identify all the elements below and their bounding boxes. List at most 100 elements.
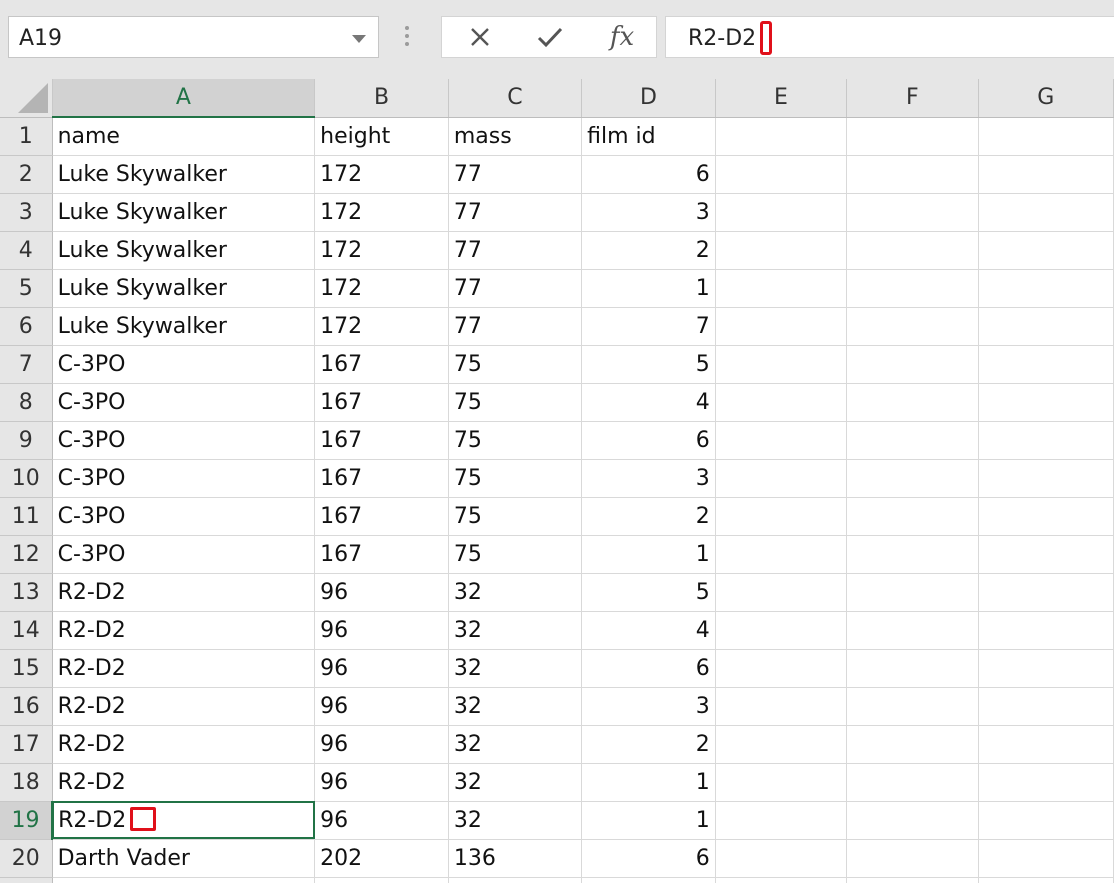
row-header[interactable]: 9 [0, 421, 53, 460]
cell-c19[interactable]: 32 [448, 801, 583, 840]
cell-a13[interactable]: R2-D2 [52, 573, 316, 612]
chevron-down-icon[interactable] [352, 35, 366, 43]
cell-g8[interactable] [978, 383, 1114, 422]
cell-a16[interactable]: R2-D2 [52, 687, 316, 726]
row-header[interactable]: 18 [0, 763, 53, 802]
cell-f9[interactable] [846, 421, 979, 460]
row-header[interactable]: 15 [0, 649, 53, 688]
column-header-b[interactable]: B [314, 79, 449, 118]
column-header-d[interactable]: D [581, 79, 716, 118]
cell-a18[interactable]: R2-D2 [52, 763, 316, 802]
row-header[interactable]: 14 [0, 611, 53, 650]
cell-d10[interactable]: 3 [581, 459, 716, 498]
row-header[interactable]: 11 [0, 497, 53, 536]
cell-b6[interactable]: 172 [314, 307, 449, 346]
row-header[interactable]: 5 [0, 269, 53, 308]
cell-d20[interactable]: 6 [581, 839, 716, 878]
cell-c16[interactable]: 32 [448, 687, 583, 726]
cell-c7[interactable]: 75 [448, 345, 583, 384]
cell-b4[interactable]: 172 [314, 231, 449, 270]
grip-dots-icon[interactable] [404, 26, 410, 50]
row-header[interactable]: 2 [0, 155, 53, 194]
column-header-f[interactable]: F [846, 79, 979, 118]
cell-a2[interactable]: Luke Skywalker [52, 155, 316, 194]
cell-e8[interactable] [715, 383, 848, 422]
cell-e1[interactable] [715, 117, 848, 156]
cell-f11[interactable] [846, 497, 979, 536]
cell-a6[interactable]: Luke Skywalker [52, 307, 316, 346]
cell-g14[interactable] [978, 611, 1114, 650]
insert-function-button[interactable]: fx [600, 17, 644, 57]
cell-f12[interactable] [846, 535, 979, 574]
cell-c13[interactable]: 32 [448, 573, 583, 612]
cell-e15[interactable] [715, 649, 848, 688]
cell-d8[interactable]: 4 [581, 383, 716, 422]
cell-e7[interactable] [715, 345, 848, 384]
cell-a19[interactable]: R2-D2 [52, 801, 316, 840]
cell-d18[interactable]: 1 [581, 763, 716, 802]
cell-b2[interactable]: 172 [314, 155, 449, 194]
cell-b9[interactable]: 167 [314, 421, 449, 460]
row-header[interactable]: 4 [0, 231, 53, 270]
cell-e11[interactable] [715, 497, 848, 536]
cell-e5[interactable] [715, 269, 848, 308]
cell-e13[interactable] [715, 573, 848, 612]
cell-b15[interactable]: 96 [314, 649, 449, 688]
cell-d9[interactable]: 6 [581, 421, 716, 460]
cell-e10[interactable] [715, 459, 848, 498]
cell-d16[interactable]: 3 [581, 687, 716, 726]
cell-e20[interactable] [715, 839, 848, 878]
cell-d12[interactable]: 1 [581, 535, 716, 574]
cell-d13[interactable]: 5 [581, 573, 716, 612]
cell-b8[interactable]: 167 [314, 383, 449, 422]
cell-e9[interactable] [715, 421, 848, 460]
cell-a12[interactable]: C-3PO [52, 535, 316, 574]
cell-b21[interactable] [314, 877, 449, 883]
cell-g2[interactable] [978, 155, 1114, 194]
cell-b12[interactable]: 167 [314, 535, 449, 574]
name-box[interactable]: A19 [8, 16, 379, 58]
cell-d21[interactable] [581, 877, 716, 883]
cell-a11[interactable]: C-3PO [52, 497, 316, 536]
cell-f4[interactable] [846, 231, 979, 270]
cell-c5[interactable]: 77 [448, 269, 583, 308]
cell-f2[interactable] [846, 155, 979, 194]
row-header[interactable]: 16 [0, 687, 53, 726]
cell-g16[interactable] [978, 687, 1114, 726]
select-all-corner[interactable] [0, 79, 53, 118]
cell-b7[interactable]: 167 [314, 345, 449, 384]
cell-d4[interactable]: 2 [581, 231, 716, 270]
cancel-button[interactable] [460, 17, 500, 57]
cell-b14[interactable]: 96 [314, 611, 449, 650]
cell-a15[interactable]: R2-D2 [52, 649, 316, 688]
cell-f14[interactable] [846, 611, 979, 650]
column-header-a[interactable]: A [52, 79, 316, 118]
row-header[interactable]: 7 [0, 345, 53, 384]
cell-c10[interactable]: 75 [448, 459, 583, 498]
cell-c4[interactable]: 77 [448, 231, 583, 270]
cell-c20[interactable]: 136 [448, 839, 583, 878]
cell-d6[interactable]: 7 [581, 307, 716, 346]
formula-input[interactable]: R2-D2 [665, 16, 1114, 58]
cell-b10[interactable]: 167 [314, 459, 449, 498]
cell-e2[interactable] [715, 155, 848, 194]
cell-a8[interactable]: C-3PO [52, 383, 316, 422]
cell-a7[interactable]: C-3PO [52, 345, 316, 384]
cell-a5[interactable]: Luke Skywalker [52, 269, 316, 308]
cell-c17[interactable]: 32 [448, 725, 583, 764]
cell-b11[interactable]: 167 [314, 497, 449, 536]
cell-g1[interactable] [978, 117, 1114, 156]
cell-f16[interactable] [846, 687, 979, 726]
cell-b5[interactable]: 172 [314, 269, 449, 308]
cell-e21[interactable] [715, 877, 848, 883]
row-header[interactable]: 3 [0, 193, 53, 232]
cell-f21[interactable] [846, 877, 979, 883]
cell-b3[interactable]: 172 [314, 193, 449, 232]
cell-e6[interactable] [715, 307, 848, 346]
cell-e19[interactable] [715, 801, 848, 840]
spreadsheet-grid[interactable]: ABCDEFG 1 name height mass film id 2 Luke Skyw… [0, 79, 1114, 883]
cell-g13[interactable] [978, 573, 1114, 612]
cell-b13[interactable]: 96 [314, 573, 449, 612]
cell-b17[interactable]: 96 [314, 725, 449, 764]
cell-c9[interactable]: 75 [448, 421, 583, 460]
